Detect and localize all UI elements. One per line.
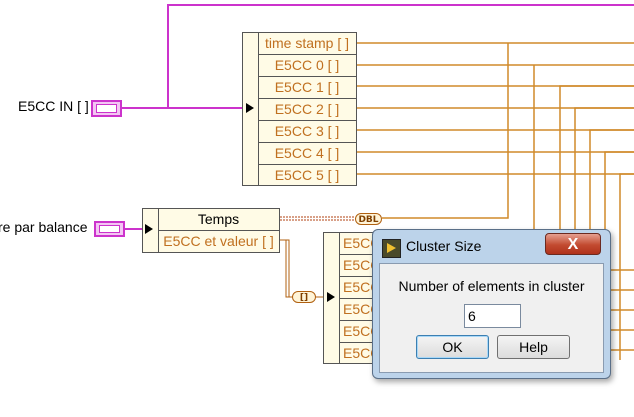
dialog-prompt: Number of elements in cluster bbox=[398, 278, 585, 294]
balance-cluster-terminal[interactable] bbox=[94, 221, 125, 237]
ub-top-row-2[interactable]: E5CC 1 [ ] bbox=[258, 77, 356, 99]
cluster-size-input[interactable]: 6 bbox=[464, 304, 521, 328]
ub-top-row-5[interactable]: E5CC 4 [ ] bbox=[258, 143, 356, 165]
help-button[interactable]: Help bbox=[497, 335, 570, 359]
array-indicator: [] bbox=[292, 291, 316, 303]
cluster-size-dialog: Cluster Size X Number of elements in clu… bbox=[372, 229, 611, 379]
ub-mid-row-0[interactable]: Temps bbox=[158, 209, 279, 231]
input-arrow-mid bbox=[145, 224, 153, 234]
e5cc-in-label: E5CC IN [ ] bbox=[18, 98, 89, 114]
labview-app-icon bbox=[382, 239, 401, 258]
close-button[interactable]: X bbox=[545, 233, 601, 255]
cluster-wire bbox=[122, 4, 634, 109]
ub-top-row-0[interactable]: time stamp [ ] bbox=[258, 33, 356, 55]
ub-top-row-3[interactable]: E5CC 2 [ ] bbox=[258, 99, 356, 121]
unbundle-by-name-mid[interactable]: Temps E5CC et valeur [ ] bbox=[142, 208, 280, 253]
ub-top-row-6[interactable]: E5CC 5 [ ] bbox=[258, 165, 356, 187]
dbl-indicator: DBL bbox=[355, 213, 382, 225]
par-balance-label: re par balance bbox=[0, 219, 88, 235]
ub-top-row-1[interactable]: E5CC 0 [ ] bbox=[258, 55, 356, 77]
unbundle-by-name-top[interactable]: time stamp [ ] E5CC 0 [ ] E5CC 1 [ ] E5C… bbox=[242, 32, 357, 186]
input-arrow-top bbox=[246, 103, 254, 113]
cluster-control-terminal[interactable] bbox=[91, 100, 122, 117]
dialog-title: Cluster Size bbox=[406, 238, 482, 254]
dialog-body: Number of elements in cluster 6 OK Help bbox=[379, 263, 604, 373]
dbl-wire bbox=[280, 216, 355, 221]
ub-mid-row-1[interactable]: E5CC et valeur [ ] bbox=[158, 231, 279, 253]
ok-button[interactable]: OK bbox=[416, 335, 489, 359]
input-arrow-bottom bbox=[327, 292, 335, 302]
ub-top-row-4[interactable]: E5CC 3 [ ] bbox=[258, 121, 356, 143]
